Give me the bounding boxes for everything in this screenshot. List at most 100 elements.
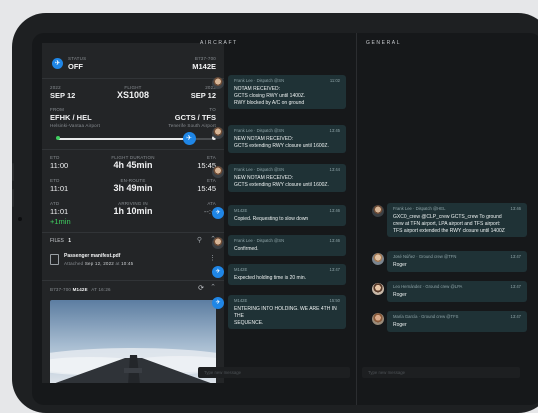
sender-avatar [212, 166, 224, 178]
status-label: STATUS [68, 56, 87, 61]
camera-aircraft-reg: M142E [72, 287, 88, 292]
message-text-line: crew at TFN airport, LPA airport and TFS… [393, 220, 501, 227]
eta2-label: ETA [206, 178, 216, 183]
to-label: TO [209, 107, 216, 112]
file-attached-prefix: Attached [64, 261, 84, 266]
atd-delay: +1min [50, 217, 71, 226]
aircraft-type: B737-700 [194, 56, 216, 61]
general-message-input[interactable]: Type new message [362, 367, 520, 378]
message-sender: Frank Lee · Dispatch @SN [234, 238, 285, 243]
message-bubble: María García · Ground crew @TFS 13:47 Roge… [387, 311, 527, 332]
message-time: 13:46 [329, 208, 340, 213]
message-time: 11:02 [329, 78, 340, 83]
divider [42, 232, 224, 233]
app-screen: ✈ STATUS OFF B737-700 M142E 2022 SEP 12 … [32, 33, 538, 405]
message-bubble: M142E 13:47 Expected holding time is 20 mi… [228, 264, 346, 285]
tablet-device: ✈ STATUS OFF B737-700 M142E 2022 SEP 12 … [12, 13, 538, 413]
message-header: María García · Ground crew @TFS 13:47 [393, 314, 521, 319]
refresh-icon[interactable]: ⟳ [198, 284, 204, 292]
sender-avatar [372, 283, 384, 295]
message-header: Leo Hernández · Ground crew @LPA 13:47 [393, 284, 521, 289]
general-channel-title: GENERAL [366, 40, 402, 46]
file-attached: Attached Sep 12, 2022 at 10:45 [64, 261, 133, 266]
message-time: 13:47 [510, 314, 521, 319]
message-header: M142E 15:50 [234, 298, 340, 303]
document-icon [50, 254, 59, 265]
message-sender: Leo Hernández · Ground crew @LPA [393, 284, 463, 289]
sender-avatar [212, 77, 224, 89]
message-text-line: Roger [393, 292, 407, 298]
sender-avatar [372, 313, 384, 325]
file-item[interactable]: Passenger manifest.pdf Attached Sep 12, … [50, 252, 216, 274]
message-text-line: Copied. Requesting to slow down [234, 216, 309, 222]
message-sender: M142E [234, 267, 248, 272]
attach-icon[interactable]: ⚲ [197, 236, 202, 244]
message-text-line: Expected holding time is 20 min. [234, 275, 306, 281]
message-header: José Núñez · Ground crew @TFN 13:47 [393, 254, 521, 259]
from-code: EFHK / HEL [50, 113, 92, 122]
message-sender: María García · Ground crew @TFS [393, 314, 459, 319]
message-text-line: Confirmed. [234, 246, 259, 252]
message-time: 15:50 [329, 298, 340, 303]
origin-dot [56, 136, 60, 140]
message-sender: M142E [234, 208, 248, 213]
message-bubble: Frank Lee · Dispatch @SN 11:02 NOTAM RECEI… [228, 75, 346, 110]
etd2-value: 11:01 [50, 184, 69, 193]
eta2-value: 15:45 [197, 184, 216, 193]
aircraft-message-input[interactable]: Type new message [198, 367, 350, 378]
more-options-icon[interactable]: ⋮ [209, 254, 216, 262]
aircraft-reg: M142E [192, 62, 216, 71]
message-text-line: GXC0_crew @CLP_crew GCTS_crew To ground [393, 214, 502, 220]
message-text-line: ENTERING INTO HOLDING. WE ARE 4TH IN THE [234, 306, 337, 319]
sender-avatar [372, 205, 384, 217]
cockpit-camera-image [50, 300, 216, 383]
file-attached-at: at [115, 261, 120, 266]
message-bubble: M142E 13:46 Copied. Requesting to slow dow… [228, 205, 346, 226]
message-text-line: NEW NOTAM RECEIVED: [234, 136, 294, 142]
message-time: 13:47 [510, 254, 521, 259]
hardware-button [12, 189, 14, 207]
message-sender: Frank Lee · Dispatch @HEL [393, 206, 446, 211]
aircraft-avatar-icon: ✈ [212, 207, 224, 219]
to-code: GCTS / TFS [174, 113, 216, 122]
arriving-value: 1h 10min [113, 206, 153, 216]
message-sender: Frank Lee · Dispatch @SN [234, 128, 285, 133]
sender-avatar [372, 253, 384, 265]
files-label: FILES [50, 238, 64, 244]
ata-label: ATA [207, 201, 216, 206]
duration-value: 4h 45min [113, 160, 153, 170]
message-text-line: GCTS extending RWY closure until 1600Z. [234, 142, 329, 149]
file-attached-time: 10:45 [121, 261, 134, 266]
arr-date: SEP 12 [190, 91, 216, 100]
message-bubble: M142E 15:50 ENTERING INTO HOLDING. WE ARE … [228, 295, 346, 330]
flight-panel: ✈ STATUS OFF B737-700 M142E 2022 SEP 12 … [42, 43, 224, 383]
message-bubble: Frank Lee · Dispatch @SN 13:45 NEW NOTAM R… [228, 125, 346, 153]
etd-value: 11:00 [50, 161, 69, 170]
message-time: 13:46 [510, 206, 521, 211]
message-sender: Frank Lee · Dispatch @SN [234, 167, 285, 172]
hardware-button [12, 163, 14, 181]
aircraft-channel-title: AIRCRAFT [200, 40, 238, 46]
message-bubble: Leo Hernández · Ground crew @LPA 13:47 Rog… [387, 281, 527, 302]
message-text-line: RWY blocked by A/C on ground [234, 99, 305, 106]
divider [42, 149, 224, 150]
message-text-line: Roger [393, 322, 407, 328]
sender-avatar [212, 127, 224, 139]
from-airport: Helsinki-Vantaa Airport [50, 123, 101, 128]
flight-progress-fill [58, 138, 190, 140]
from-label: FROM [50, 107, 65, 112]
message-time: 13:47 [510, 284, 521, 289]
message-time: 13:46 [329, 238, 340, 243]
chevron-up-icon[interactable]: ⌃ [210, 283, 216, 291]
airplane-icon: ✈ [182, 132, 196, 145]
file-attached-date: Sep 12, 2022 [84, 261, 115, 266]
message-text-line: NEW NOTAM RECEIVED: [234, 175, 294, 181]
message-time: 13:45 [329, 128, 340, 133]
message-time: 13:47 [329, 267, 340, 272]
message-header: M142E 13:47 [234, 267, 340, 272]
message-bubble: Frank Lee · Dispatch @SN 13:44 NEW NOTAM R… [228, 164, 346, 192]
atd-value: 11:01 [50, 207, 69, 216]
etd-label: ETD [50, 155, 60, 160]
message-header: Frank Lee · Dispatch @SN 11:02 [234, 78, 340, 83]
message-text-line: NOTAM RECEIVED: [234, 86, 281, 92]
